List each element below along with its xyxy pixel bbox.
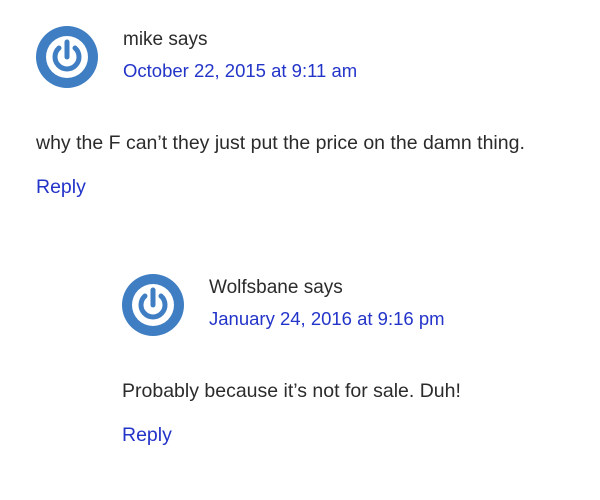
says-label: says — [303, 277, 343, 298]
says-label: says — [168, 29, 208, 50]
comment-text: why the F can’t they just put the price … — [36, 132, 525, 154]
comment-author: mike — [123, 29, 164, 50]
comment-author: Wolfsbane — [209, 277, 299, 298]
comment-meta: mike says October 22, 2015 at 9:11 am — [123, 28, 357, 83]
comment-meta: Wolfsbane says January 24, 2016 at 9:16 … — [209, 276, 445, 331]
comment-date-link[interactable]: January 24, 2016 at 9:16 pm — [209, 307, 445, 331]
author-line: mike says — [123, 28, 357, 52]
avatar-icon — [122, 274, 184, 336]
comment-date-link[interactable]: October 22, 2015 at 9:11 am — [123, 59, 357, 83]
comment-text: Probably because it’s not for sale. Duh! — [122, 380, 461, 402]
avatar-icon — [36, 26, 98, 88]
author-line: Wolfsbane says — [209, 276, 445, 300]
reply-link[interactable]: Reply — [36, 174, 86, 200]
reply-link[interactable]: Reply — [122, 422, 172, 448]
